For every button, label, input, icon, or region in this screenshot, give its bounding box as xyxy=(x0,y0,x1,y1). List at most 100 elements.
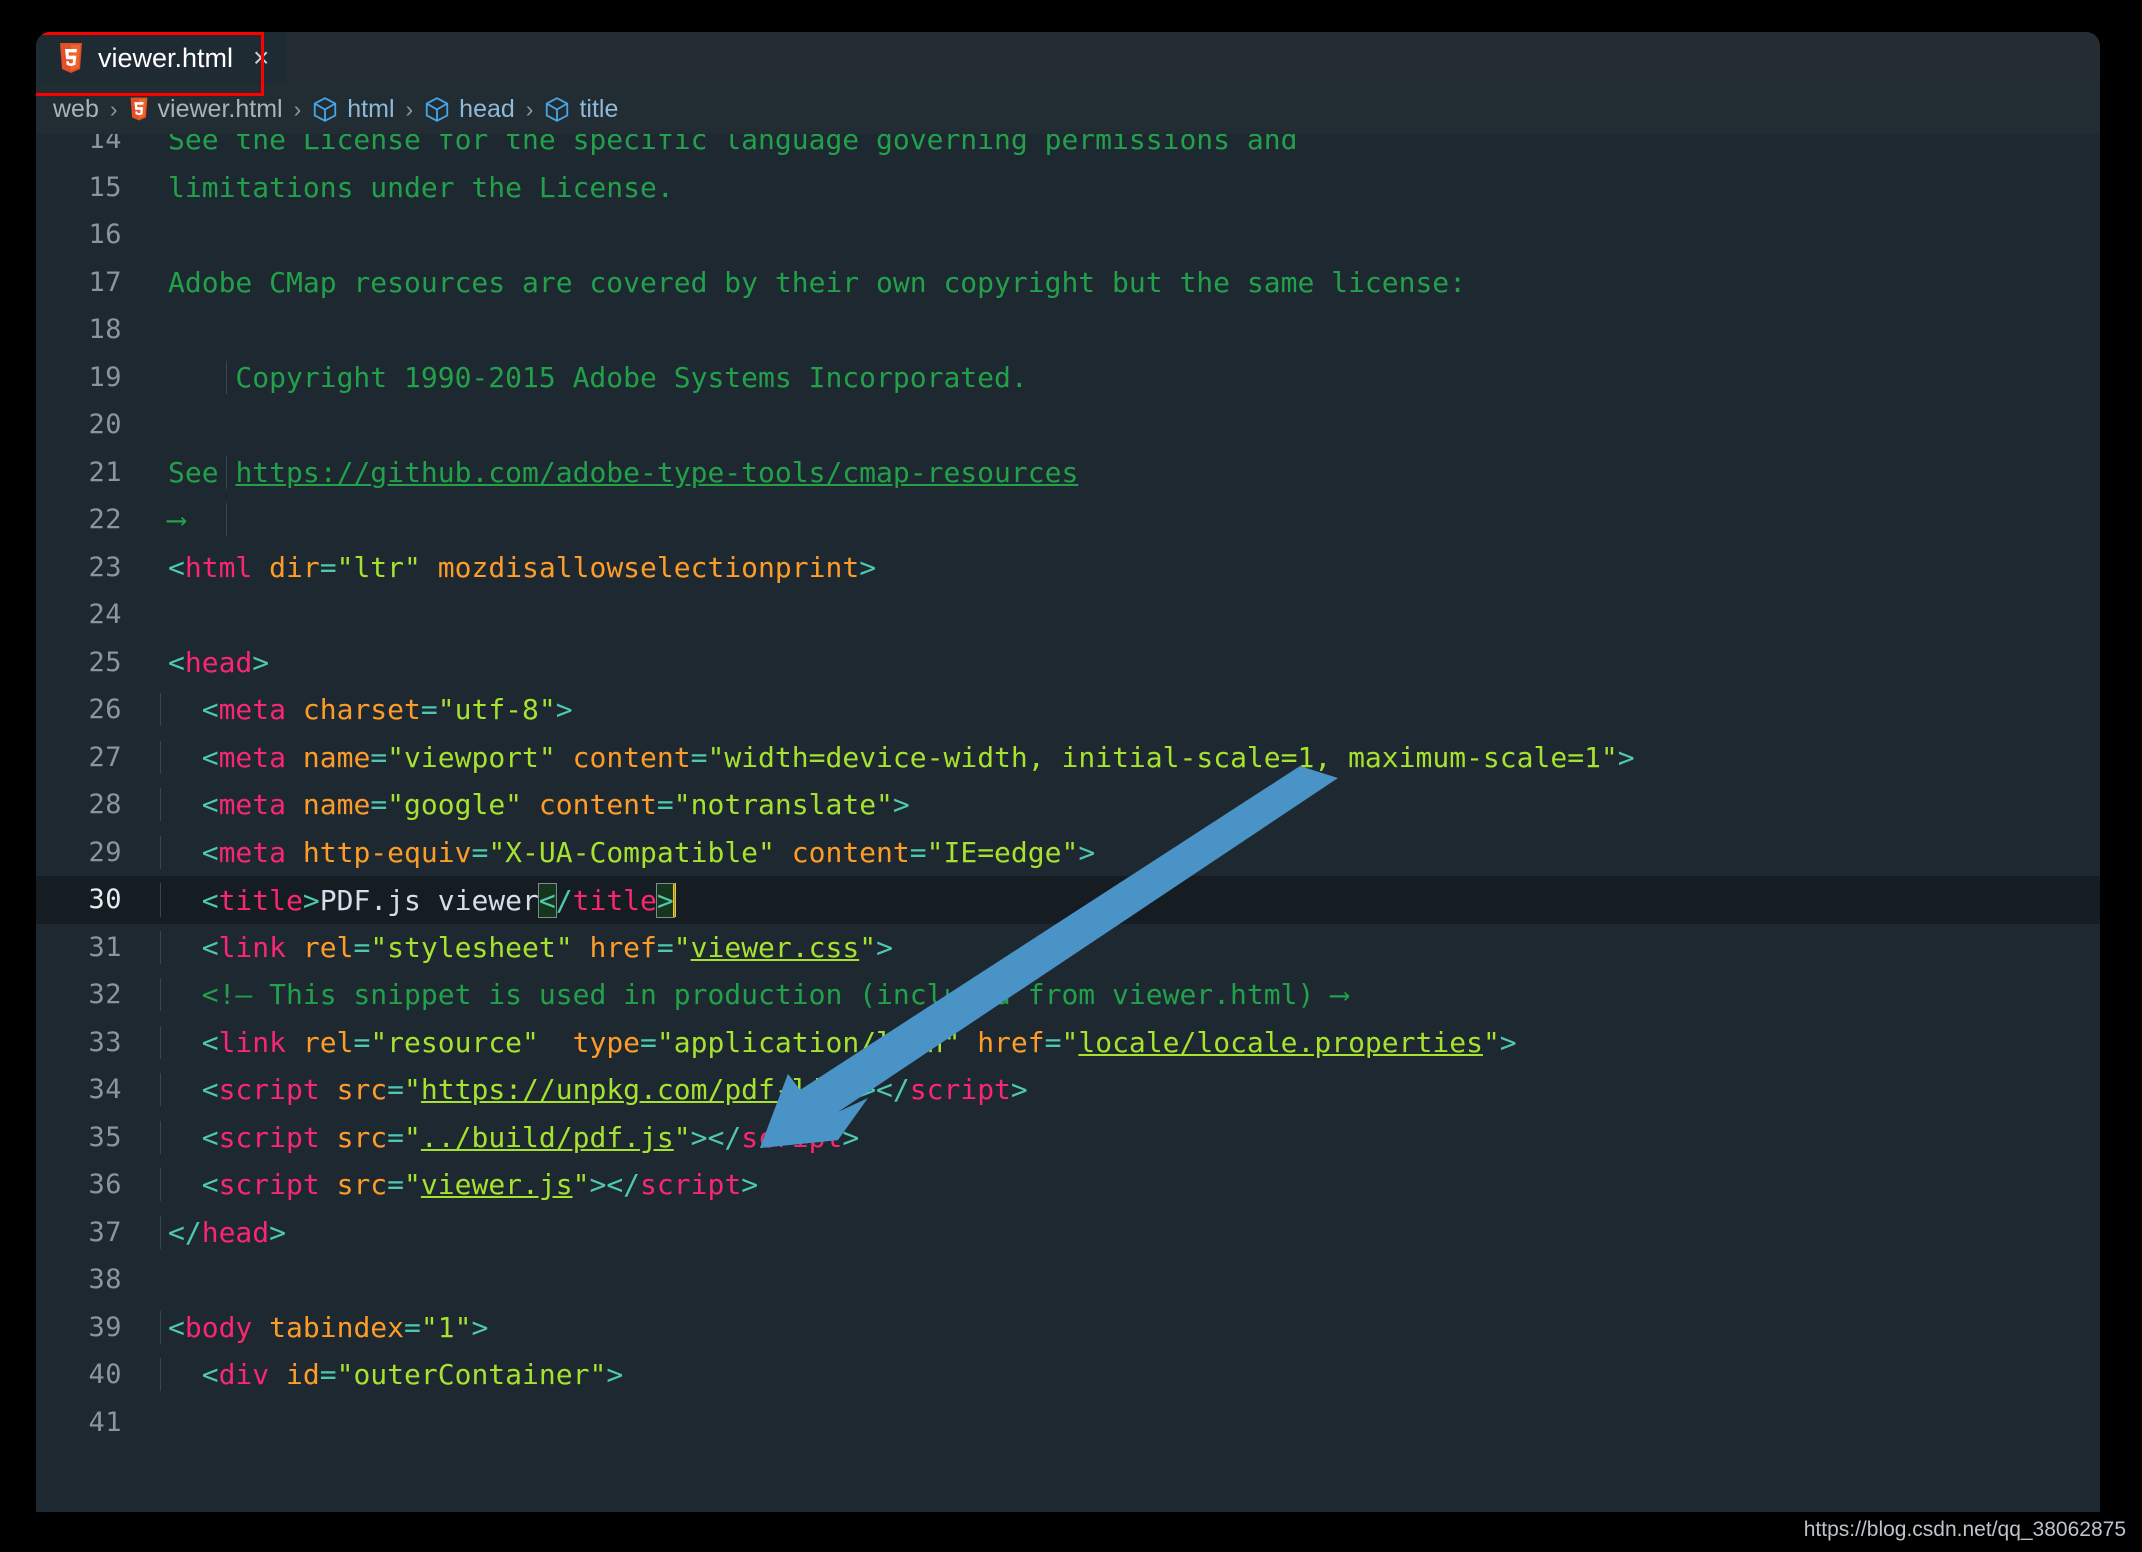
code-line[interactable]: 27 <meta name="viewport" content="width=… xyxy=(36,734,2100,782)
breadcrumb-label: viewer.html xyxy=(158,95,283,124)
code-text[interactable]: <head> xyxy=(148,646,2100,679)
token-txt xyxy=(421,551,438,584)
token-eq: = xyxy=(353,931,370,964)
token-brk: > xyxy=(303,884,320,917)
token-brk: < xyxy=(202,693,219,726)
code-line[interactable]: 29 <meta http-equiv="X-UA-Compatible" co… xyxy=(36,829,2100,877)
token-brk: > xyxy=(1618,741,1635,774)
token-cmt: ⟶ xyxy=(168,503,185,536)
breadcrumb-item-title[interactable]: title xyxy=(539,95,623,124)
token-attr: tabindex xyxy=(269,1311,404,1344)
code-line[interactable]: 17Adobe CMap resources are covered by th… xyxy=(36,259,2100,307)
token-attr: type xyxy=(573,1026,640,1059)
token-str: "X-UA-Compatible" xyxy=(488,836,775,869)
code-text[interactable]: ⟶ xyxy=(148,503,2100,536)
code-text[interactable]: </head> xyxy=(148,1216,2100,1249)
code-text[interactable]: <meta http-equiv="X-UA-Compatible" conte… xyxy=(148,836,2100,869)
token-tag: div xyxy=(219,1358,270,1391)
tab-viewer-html[interactable]: viewer.html × xyxy=(36,32,287,84)
token-tag: script xyxy=(640,1168,741,1201)
breadcrumb-item-head[interactable]: head xyxy=(419,95,520,124)
code-line[interactable]: 26 <meta charset="utf-8"> xyxy=(36,686,2100,734)
code-text[interactable]: <meta charset="utf-8"> xyxy=(148,693,2100,726)
token-eq: = xyxy=(353,1026,370,1059)
code-text[interactable]: See the License for the specific languag… xyxy=(148,134,2100,156)
token-eq: = xyxy=(387,1121,404,1154)
code-line[interactable]: 15limitations under the License. xyxy=(36,164,2100,212)
html5-icon xyxy=(129,97,149,121)
code-line[interactable]: 41 xyxy=(36,1399,2100,1447)
line-number: 14 xyxy=(36,134,148,155)
code-text[interactable]: <script src="../build/pdf.js"></script> xyxy=(148,1121,2100,1154)
token-txt xyxy=(286,788,303,821)
token-txt xyxy=(539,1026,573,1059)
line-number: 27 xyxy=(36,742,148,773)
indent-guide xyxy=(160,1358,161,1391)
code-text[interactable]: <meta name="viewport" content="width=dev… xyxy=(148,741,2100,774)
code-text[interactable]: <title>PDF.js viewer</title> xyxy=(148,883,2100,917)
code-text[interactable]: Adobe CMap resources are covered by thei… xyxy=(148,266,2100,299)
token-txt xyxy=(573,931,590,964)
code-line[interactable]: 20 xyxy=(36,401,2100,449)
cube-icon xyxy=(312,96,338,123)
code-text[interactable]: <script src="https://unpkg.com/pdf-lib">… xyxy=(148,1073,2100,1106)
code-text[interactable]: limitations under the License. xyxy=(148,171,2100,204)
line-number: 34 xyxy=(36,1074,148,1105)
code-line[interactable]: 34 <script src="https://unpkg.com/pdf-li… xyxy=(36,1066,2100,1114)
token-str: "outerContainer" xyxy=(337,1358,607,1391)
close-icon[interactable]: × xyxy=(247,44,269,72)
breadcrumb-item-viewer-html[interactable]: viewer.html xyxy=(124,95,288,124)
indent-guide xyxy=(160,741,161,774)
code-line[interactable]: 33 <link rel="resource" type="applicatio… xyxy=(36,1019,2100,1067)
code-line[interactable]: 30 <title>PDF.js viewer</title> xyxy=(36,876,2100,924)
code-line[interactable]: 31 <link rel="stylesheet" href="viewer.c… xyxy=(36,924,2100,972)
indent-guide xyxy=(160,1311,161,1344)
code-line[interactable]: 40 <div id="outerContainer"> xyxy=(36,1351,2100,1399)
code-line[interactable]: 25<head> xyxy=(36,639,2100,687)
code-text[interactable]: <div id="outerContainer"> xyxy=(148,1358,2100,1391)
code-text[interactable]: <!— This snippet is used in production (… xyxy=(148,978,2100,1011)
code-line[interactable]: 32 <!— This snippet is used in productio… xyxy=(36,971,2100,1019)
token-brk: > xyxy=(1011,1073,1028,1106)
code-text[interactable]: <link rel="stylesheet" href="viewer.css"… xyxy=(148,931,2100,964)
code-line[interactable]: 22⟶ xyxy=(36,496,2100,544)
code-line[interactable]: 18 xyxy=(36,306,2100,354)
token-attr: dir xyxy=(269,551,320,584)
code-line[interactable]: 19 Copyright 1990-2015 Adobe Systems Inc… xyxy=(36,354,2100,402)
code-text[interactable]: <body tabindex="1"> xyxy=(148,1311,2100,1344)
token-txt xyxy=(556,741,573,774)
code-text[interactable]: <link rel="resource" type="application/l… xyxy=(148,1026,2100,1059)
code-text[interactable]: <script src="viewer.js"></script> xyxy=(148,1168,2100,1201)
breadcrumb-item-html[interactable]: html xyxy=(307,95,399,124)
code-text[interactable]: <html dir="ltr" mozdisallowselectionprin… xyxy=(148,551,2100,584)
code-line[interactable]: 16 xyxy=(36,211,2100,259)
code-line[interactable]: 39<body tabindex="1"> xyxy=(36,1304,2100,1352)
indent-guide xyxy=(160,1121,161,1154)
code-editor[interactable]: 14See the License for the specific langu… xyxy=(36,134,2100,1512)
code-line[interactable]: 35 <script src="../build/pdf.js"></scrip… xyxy=(36,1114,2100,1162)
token-eq: = xyxy=(320,551,337,584)
code-line[interactable]: 24 xyxy=(36,591,2100,639)
token-tag: script xyxy=(741,1121,842,1154)
code-text[interactable]: Copyright 1990-2015 Adobe Systems Incorp… xyxy=(148,361,2100,394)
code-text[interactable]: <meta name="google" content="notranslate… xyxy=(148,788,2100,821)
token-tag: head xyxy=(202,1216,269,1249)
token-eq: = xyxy=(320,1358,337,1391)
breadcrumb-label: title xyxy=(579,95,618,124)
code-line[interactable]: 37</head> xyxy=(36,1209,2100,1257)
code-text[interactable]: See https://github.com/adobe-type-tools/… xyxy=(148,456,2100,489)
code-line[interactable]: 28 <meta name="google" content="notransl… xyxy=(36,781,2100,829)
indent-guide xyxy=(160,1168,161,1201)
breadcrumb-item-web[interactable]: web xyxy=(48,95,104,124)
token-str: " xyxy=(674,1121,691,1154)
token-txt xyxy=(168,1168,202,1201)
token-txt xyxy=(960,1026,977,1059)
code-line[interactable]: 14See the License for the specific langu… xyxy=(36,134,2100,164)
token-attr: src xyxy=(337,1121,388,1154)
token-cmt: Copyright 1990-2015 Adobe Systems Incorp… xyxy=(168,361,1028,394)
code-line[interactable]: 38 xyxy=(36,1256,2100,1304)
code-lines: 14See the License for the specific langu… xyxy=(36,134,2100,1446)
code-line[interactable]: 21See https://github.com/adobe-type-tool… xyxy=(36,449,2100,497)
code-line[interactable]: 36 <script src="viewer.js"></script> xyxy=(36,1161,2100,1209)
code-line[interactable]: 23<html dir="ltr" mozdisallowselectionpr… xyxy=(36,544,2100,592)
